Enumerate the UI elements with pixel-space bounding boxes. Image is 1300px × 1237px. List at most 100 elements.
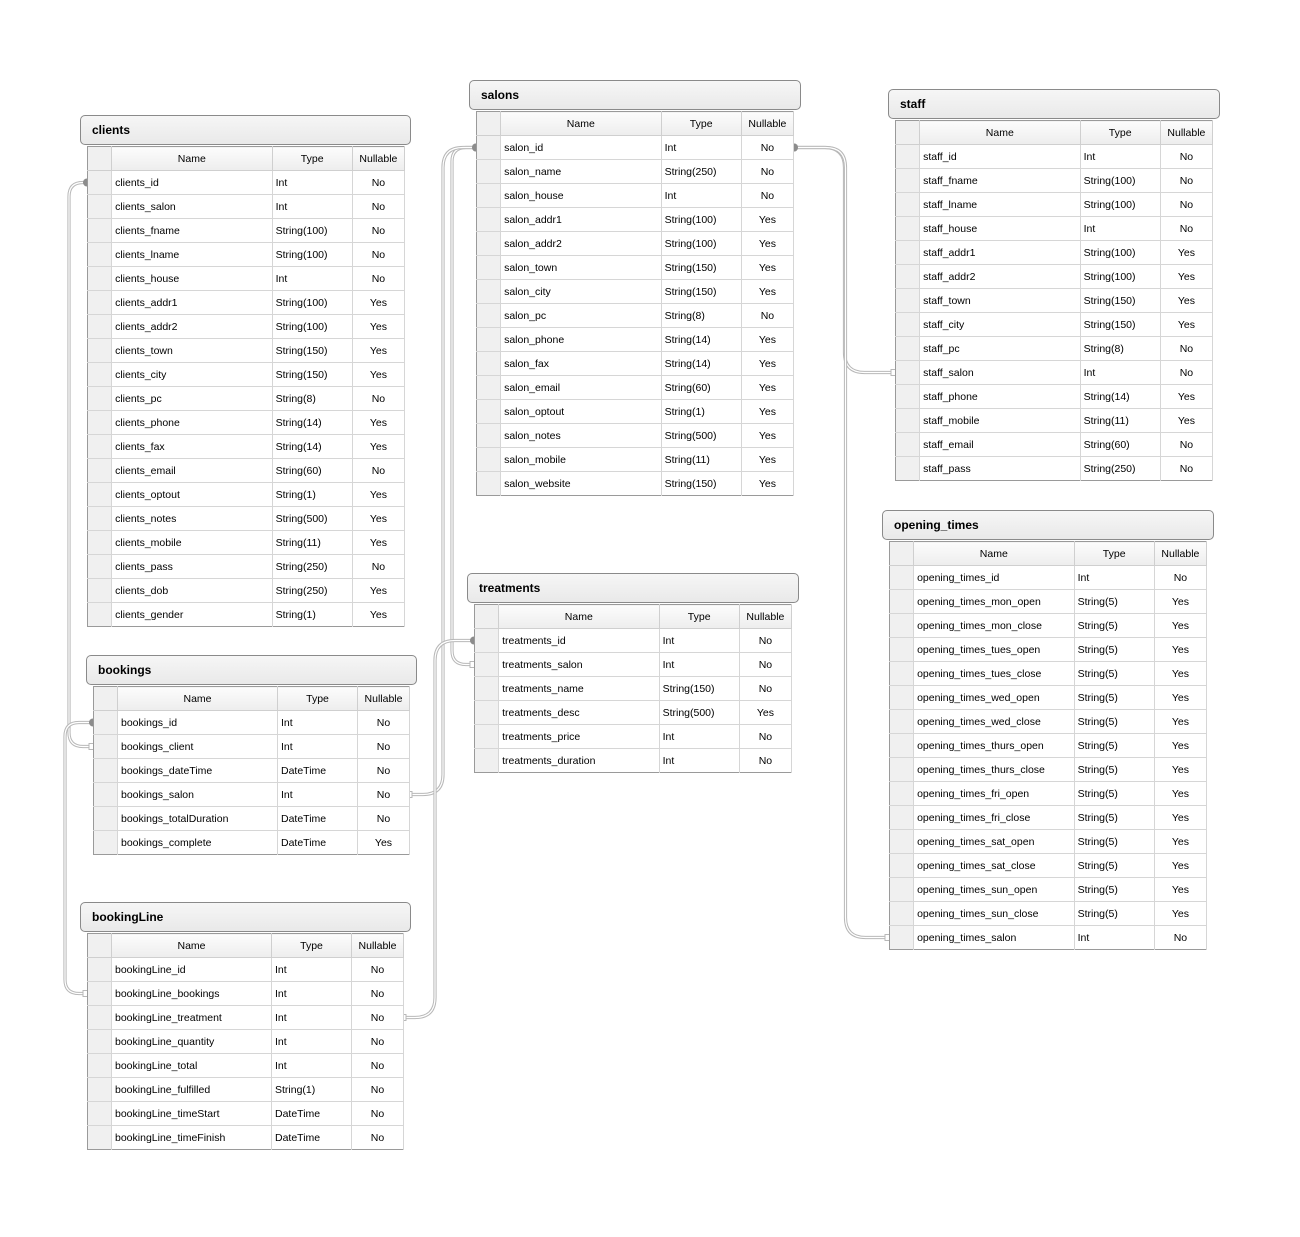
field-row[interactable]: staff_town String(150) Yes bbox=[895, 288, 1214, 313]
row-selector[interactable] bbox=[895, 360, 921, 385]
row-selector[interactable] bbox=[476, 183, 502, 208]
row-selector[interactable] bbox=[889, 829, 915, 854]
field-row[interactable]: opening_times_thurs_open String(5) Yes bbox=[889, 733, 1208, 758]
column-header-nullable[interactable]: Nullable bbox=[739, 604, 793, 629]
row-selector[interactable] bbox=[895, 216, 921, 241]
field-row[interactable]: clients_id Int No bbox=[87, 170, 406, 195]
field-row[interactable]: bookingLine_quantity Int No bbox=[87, 1029, 404, 1054]
row-selector[interactable] bbox=[895, 168, 921, 193]
field-row[interactable]: staff_house Int No bbox=[895, 216, 1214, 241]
column-header-name[interactable]: Name bbox=[919, 120, 1081, 145]
field-row[interactable]: clients_fname String(100) No bbox=[87, 218, 406, 243]
row-selector[interactable] bbox=[889, 661, 915, 686]
table-title-treatments[interactable]: treatments bbox=[467, 573, 799, 603]
row-selector[interactable] bbox=[87, 578, 113, 603]
field-row[interactable]: opening_times_id Int No bbox=[889, 565, 1208, 590]
field-row[interactable]: opening_times_wed_open String(5) Yes bbox=[889, 685, 1208, 710]
column-header-type[interactable]: Type bbox=[659, 604, 740, 629]
field-row[interactable]: opening_times_sun_close String(5) Yes bbox=[889, 901, 1208, 926]
row-selector[interactable] bbox=[476, 399, 502, 424]
field-row[interactable]: salon_mobile String(11) Yes bbox=[476, 447, 795, 472]
field-row[interactable]: bookings_totalDuration DateTime No bbox=[93, 806, 410, 831]
row-selector[interactable] bbox=[87, 1053, 112, 1078]
row-selector[interactable] bbox=[889, 565, 915, 590]
row-selector[interactable] bbox=[476, 471, 502, 496]
field-row[interactable]: salon_email String(60) Yes bbox=[476, 375, 795, 400]
field-row[interactable]: staff_fname String(100) No bbox=[895, 168, 1214, 193]
field-row[interactable]: clients_lname String(100) No bbox=[87, 242, 406, 267]
field-row[interactable]: treatments_id Int No bbox=[474, 628, 793, 653]
row-selector[interactable] bbox=[889, 805, 915, 830]
row-selector[interactable] bbox=[87, 170, 113, 195]
row-selector[interactable] bbox=[895, 312, 921, 337]
field-row[interactable]: opening_times_sun_open String(5) Yes bbox=[889, 877, 1208, 902]
field-row[interactable]: opening_times_mon_close String(5) Yes bbox=[889, 613, 1208, 638]
row-selector[interactable] bbox=[87, 242, 113, 267]
row-selector[interactable] bbox=[895, 408, 921, 433]
row-selector[interactable] bbox=[93, 758, 118, 783]
column-header-type[interactable]: Type bbox=[272, 146, 353, 171]
field-row[interactable]: salon_optout String(1) Yes bbox=[476, 399, 795, 424]
field-row[interactable]: bookingLine_fulfilled String(1) No bbox=[87, 1077, 404, 1102]
field-row[interactable]: staff_addr2 String(100) Yes bbox=[895, 264, 1214, 289]
field-row[interactable]: clients_dob String(250) Yes bbox=[87, 578, 406, 603]
row-selector[interactable] bbox=[895, 432, 921, 457]
row-selector[interactable] bbox=[895, 336, 921, 361]
row-selector[interactable] bbox=[87, 434, 113, 459]
column-header-nullable[interactable]: Nullable bbox=[741, 111, 795, 136]
field-row[interactable]: staff_salon Int No bbox=[895, 360, 1214, 385]
table-title-salons[interactable]: salons bbox=[469, 80, 801, 110]
field-row[interactable]: opening_times_tues_close String(5) Yes bbox=[889, 661, 1208, 686]
row-selector[interactable] bbox=[93, 830, 118, 855]
row-selector[interactable] bbox=[474, 628, 500, 653]
row-selector[interactable] bbox=[476, 447, 502, 472]
row-selector[interactable] bbox=[87, 602, 113, 627]
column-header-name[interactable]: Name bbox=[111, 146, 273, 171]
field-row[interactable]: staff_city String(150) Yes bbox=[895, 312, 1214, 337]
row-selector[interactable] bbox=[87, 338, 113, 363]
field-row[interactable]: clients_city String(150) Yes bbox=[87, 362, 406, 387]
row-selector[interactable] bbox=[87, 482, 113, 507]
row-selector[interactable] bbox=[87, 290, 113, 315]
row-selector[interactable] bbox=[476, 207, 502, 232]
column-header-nullable[interactable]: Nullable bbox=[351, 933, 404, 958]
row-selector[interactable] bbox=[87, 981, 112, 1006]
row-selector[interactable] bbox=[93, 734, 118, 759]
row-selector[interactable] bbox=[476, 279, 502, 304]
column-header-type[interactable]: Type bbox=[661, 111, 742, 136]
field-row[interactable]: staff_email String(60) No bbox=[895, 432, 1214, 457]
field-row[interactable]: clients_email String(60) No bbox=[87, 458, 406, 483]
row-selector[interactable] bbox=[93, 782, 118, 807]
row-selector[interactable] bbox=[895, 384, 921, 409]
table-title-opening-times[interactable]: opening_times bbox=[882, 510, 1214, 540]
row-selector[interactable] bbox=[87, 530, 113, 555]
field-row[interactable]: clients_town String(150) Yes bbox=[87, 338, 406, 363]
relationship-connector[interactable] bbox=[794, 145, 895, 375]
row-selector[interactable] bbox=[87, 1125, 112, 1150]
row-selector[interactable] bbox=[87, 218, 113, 243]
row-selector[interactable] bbox=[87, 957, 112, 982]
field-row[interactable]: staff_mobile String(11) Yes bbox=[895, 408, 1214, 433]
row-selector[interactable] bbox=[476, 327, 502, 352]
field-row[interactable]: treatments_duration Int No bbox=[474, 748, 793, 773]
row-selector[interactable] bbox=[476, 255, 502, 280]
row-selector[interactable] bbox=[93, 806, 118, 831]
row-selector[interactable] bbox=[476, 351, 502, 376]
row-selector[interactable] bbox=[889, 733, 915, 758]
row-selector[interactable] bbox=[87, 506, 113, 531]
field-row[interactable]: salon_name String(250) No bbox=[476, 159, 795, 184]
row-selector[interactable] bbox=[895, 192, 921, 217]
field-row[interactable]: opening_times_salon Int No bbox=[889, 925, 1208, 950]
relationship-connector[interactable] bbox=[404, 638, 474, 1020]
field-row[interactable]: opening_times_mon_open String(5) Yes bbox=[889, 589, 1208, 614]
column-header-name[interactable]: Name bbox=[117, 686, 278, 711]
table-title-clients[interactable]: clients bbox=[80, 115, 411, 145]
row-selector[interactable] bbox=[889, 613, 915, 638]
row-selector[interactable] bbox=[87, 1005, 112, 1030]
row-selector[interactable] bbox=[474, 724, 500, 749]
column-header-name[interactable]: Name bbox=[111, 933, 272, 958]
row-selector[interactable] bbox=[476, 423, 502, 448]
row-selector[interactable] bbox=[87, 194, 113, 219]
column-header-type[interactable]: Type bbox=[1080, 120, 1161, 145]
row-selector[interactable] bbox=[476, 135, 502, 160]
